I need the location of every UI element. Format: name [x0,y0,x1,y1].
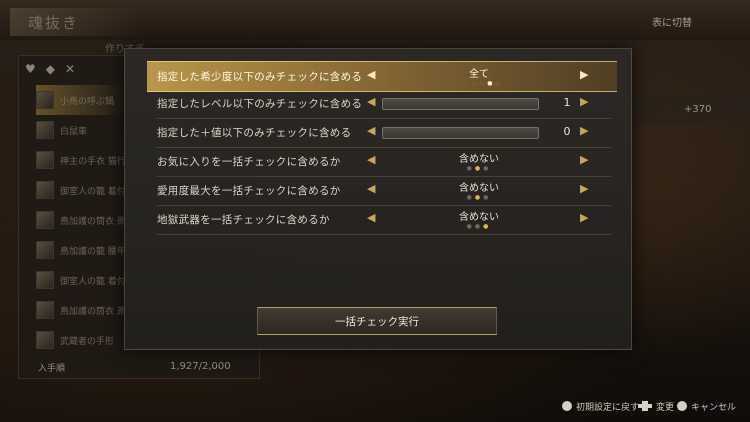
arrow-left-icon[interactable]: ◀ [367,68,375,81]
arrow-left-icon[interactable]: ◀ [367,182,375,195]
sort-label: 入手順 [38,364,66,374]
list-item: 神主の手衣 猫行 [36,145,126,175]
setting-label: 地獄武器を一括チェックに含めるか [157,214,330,226]
heart-icon: ♥ [25,62,36,76]
item-icon [36,91,54,109]
inventory-count: 1,927/2,000 [170,361,231,372]
item-icon [36,121,54,139]
option-indicator-dots: ●●●●●● [454,80,504,87]
list-item: 鳥加護の筒衣 斎 [36,205,126,235]
setting-row-plus-value[interactable]: 指定した＋値以下のみチェックに含める ◀ 0 ▶ [157,118,611,148]
list-item: 鳥加護の籠 腰甲 [36,235,126,265]
slider-value: 0 [563,125,571,138]
item-icon [36,181,54,199]
option-indicator-dots: ●●● [466,223,492,230]
setting-row-max-affinity[interactable]: 愛用度最大を一括チェックに含めるか ◀ 含めない ●●● ▶ [157,176,611,206]
list-item: 鳥加護の筒衣 斎 [36,295,126,325]
setting-value: 全て [469,69,489,80]
list-item: 小鳥の呼ぶ鍋 [36,85,126,115]
item-icon [36,301,54,319]
face-button-icon [677,401,687,411]
setting-label: 指定した希少度以下のみチェックに含める [157,71,363,83]
list-item-label: 鳥加護の筒衣 斎 [60,216,126,227]
arrow-right-icon[interactable]: ▶ [580,124,588,137]
footer-cancel-label: キャンセル [691,402,737,413]
inventory-toolbar: ♥ ◆ ✕ [25,60,120,78]
toggle-view-label: 表に切替 [652,18,692,29]
list-item: 白鼠車 [36,115,126,145]
face-button-icon [562,401,572,411]
list-item-label: 武蔵者の手形 [60,336,115,347]
dpad-icon [638,401,652,411]
crossed-swords-icon: ✕ [65,62,76,76]
list-item-label: 御室人の籠 着付 [60,276,126,287]
armor-icon: ◆ [45,62,55,76]
arrow-left-icon[interactable]: ◀ [367,211,375,224]
list-item-label: 鳥加護の筒衣 斎 [60,306,126,317]
list-item: 御室人の籠 着付 [36,265,126,295]
option-indicator-dots: ●●● [466,194,492,201]
inventory-list: 小鳥の呼ぶ鍋 白鼠車 神主の手衣 猫行 御室人の籠 着付 鳥加護の筒衣 斎 鳥加… [36,85,126,355]
arrow-right-icon[interactable]: ▶ [580,95,588,108]
execute-button-label: 一括チェック実行 [335,316,419,328]
list-item: 武蔵者の手形 [36,325,126,355]
arrow-left-icon[interactable]: ◀ [367,124,375,137]
level-slider[interactable] [382,98,539,110]
list-item-label: 御室人の籠 着付 [60,186,126,197]
footer-reset-label: 初期設定に戻す [576,402,640,413]
item-icon [36,151,54,169]
footer-change-label: 変更 [656,402,675,413]
setting-row-favorites[interactable]: お気に入りを一括チェックに含めるか ◀ 含めない ●●● ▶ [157,147,611,177]
setting-value: 含めない [459,183,499,194]
arrow-left-icon[interactable]: ◀ [367,153,375,166]
item-icon [36,241,54,259]
arrow-right-icon[interactable]: ▶ [580,153,588,166]
slider-value: 1 [563,96,571,109]
footer-hint-cancel: キャンセル [677,398,736,414]
setting-row-rarity[interactable]: 指定した希少度以下のみチェックに含める ◀ 全て ●●●●●● ▶ [147,61,617,92]
list-item-label: 小鳥の呼ぶ鍋 [60,96,115,107]
setting-row-hell-weapons[interactable]: 地獄武器を一括チェックに含めるか ◀ 含めない ●●● ▶ [157,205,611,235]
arrow-left-icon[interactable]: ◀ [367,95,375,108]
list-item-label: 白鼠車 [60,126,88,137]
setting-value: 含めない [459,212,499,223]
footer-hint-reset: 初期設定に戻す [562,398,639,414]
arrow-right-icon[interactable]: ▶ [580,182,588,195]
item-icon [36,271,54,289]
execute-bulk-check-button[interactable]: 一括チェック実行 [257,307,497,335]
setting-label: 愛用度最大を一括チェックに含めるか [157,185,341,197]
setting-value: 含めない [459,154,499,165]
item-icon [36,211,54,229]
list-item-label: 神主の手衣 猫行 [60,156,126,167]
bulk-check-settings-dialog: 指定した希少度以下のみチェックに含める ◀ 全て ●●●●●● ▶ 指定したレベ… [124,48,632,350]
setting-label: 指定した＋値以下のみチェックに含める [157,127,352,139]
list-item: 御室人の籠 着付 [36,175,126,205]
background-title: 魂抜き [28,14,80,32]
arrow-right-icon[interactable]: ▶ [580,211,588,224]
footer-hint-change: 変更 [638,398,674,414]
list-item-label: 鳥加護の籠 腰甲 [60,246,126,257]
plus-value-slider[interactable] [382,127,539,139]
setting-row-level[interactable]: 指定したレベル以下のみチェックに含める ◀ 1 ▶ [157,89,611,119]
background-right-number: +370 [684,104,712,115]
item-icon [36,331,54,349]
arrow-right-icon[interactable]: ▶ [580,68,588,81]
option-indicator-dots: ●●● [466,165,492,172]
setting-label: 指定したレベル以下のみチェックに含める [157,98,363,110]
setting-label: お気に入りを一括チェックに含めるか [157,156,341,168]
